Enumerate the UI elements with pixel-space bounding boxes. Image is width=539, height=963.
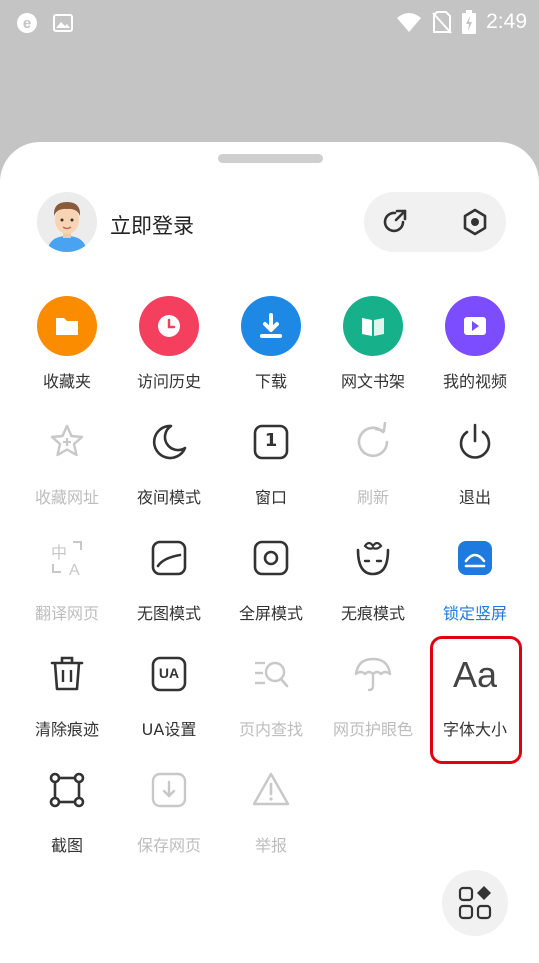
header-actions	[364, 192, 506, 252]
menu-lock-portrait[interactable]: 锁定竖屏	[424, 528, 526, 628]
book-icon	[343, 296, 403, 356]
menu-label: 网文书架	[340, 372, 405, 391]
avatar[interactable]	[37, 192, 97, 252]
menu-my-videos[interactable]: 我的视频	[424, 296, 526, 396]
download-icon	[241, 296, 301, 356]
menu-download[interactable]: 下载	[220, 296, 322, 396]
menu-screenshot[interactable]: 截图	[16, 760, 118, 860]
apps-grid-icon	[458, 886, 492, 920]
menu-add-bookmark[interactable]: 收藏网址	[16, 412, 118, 512]
status-time: 2:49	[486, 10, 527, 33]
menu-refresh[interactable]: 刷新	[322, 412, 424, 512]
menu-label: 举报	[254, 836, 287, 855]
warning-icon	[241, 760, 301, 820]
umbrella-icon	[343, 644, 403, 704]
menu-label: 窗口	[254, 488, 287, 507]
menu-label: 全屏模式	[238, 604, 303, 623]
trash-icon	[37, 644, 97, 704]
apps-grid-button[interactable]	[442, 870, 508, 936]
menu-label: UA设置	[141, 720, 197, 739]
power-icon	[445, 412, 505, 472]
menu-favorites[interactable]: 收藏夹	[16, 296, 118, 396]
menu-clear-traces[interactable]: 清除痕迹	[16, 644, 118, 744]
no-image-icon	[139, 528, 199, 588]
menu-sheet: 立即登录 收藏夹 访问历史 下载 网文书架 我的视频 收藏网址 夜间模式 1 窗…	[0, 142, 539, 963]
svg-text:A: A	[69, 562, 80, 579]
window-count-icon: 1	[241, 412, 301, 472]
menu-incognito[interactable]: 无痕模式	[322, 528, 424, 628]
status-bar: e 2:49	[0, 0, 539, 48]
wifi-icon	[397, 13, 422, 32]
menu-label: 页内查找	[238, 720, 303, 739]
menu-label: 访问历史	[136, 372, 201, 391]
menu-eye-care[interactable]: 网页护眼色	[322, 644, 424, 744]
menu-label: 刷新	[356, 488, 389, 507]
ua-icon: UA	[139, 644, 199, 704]
folder-icon	[37, 296, 97, 356]
share-refresh-icon[interactable]	[380, 207, 410, 237]
window-count: 1	[264, 430, 278, 451]
menu-exit[interactable]: 退出	[424, 412, 526, 512]
save-page-icon	[139, 760, 199, 820]
menu-label: 收藏夹	[42, 372, 91, 391]
menu-translate[interactable]: 中 A 翻译网页	[16, 528, 118, 628]
menu-label: 锁定竖屏	[442, 604, 507, 623]
translate-icon: 中 A	[37, 528, 97, 588]
lock-portrait-icon	[445, 528, 505, 588]
no-sim-icon	[432, 11, 452, 34]
menu-no-image[interactable]: 无图模式	[118, 528, 220, 628]
menu-label: 收藏网址	[34, 488, 99, 507]
menu-night-mode[interactable]: 夜间模式	[118, 412, 220, 512]
clock-icon	[139, 296, 199, 356]
fullscreen-icon	[241, 528, 301, 588]
menu-ua-settings[interactable]: UA UA设置	[118, 644, 220, 744]
menu-label: 翻译网页	[34, 604, 99, 623]
menu-label: 下载	[254, 372, 287, 391]
video-icon	[445, 296, 505, 356]
login-link[interactable]: 立即登录	[110, 210, 194, 240]
svg-text:中: 中	[51, 543, 67, 562]
menu-label: 我的视频	[442, 372, 507, 391]
find-in-page-icon	[241, 644, 301, 704]
crop-icon	[37, 760, 97, 820]
menu-label: 保存网页	[136, 836, 201, 855]
menu-report[interactable]: 举报	[220, 760, 322, 860]
menu-fullscreen[interactable]: 全屏模式	[220, 528, 322, 628]
menu-windows[interactable]: 1 窗口	[220, 412, 322, 512]
menu-bookshelf[interactable]: 网文书架	[322, 296, 424, 396]
menu-label: 无图模式	[136, 604, 201, 623]
settings-hex-icon[interactable]	[460, 207, 490, 237]
menu-label: 无痕模式	[340, 604, 405, 623]
star-plus-icon	[37, 412, 97, 472]
refresh-icon	[343, 412, 403, 472]
menu-label: 网页护眼色	[332, 720, 413, 739]
browser-e-icon: e	[17, 13, 37, 33]
incognito-icon	[343, 528, 403, 588]
menu-label: 截图	[50, 836, 83, 855]
menu-label: 夜间模式	[136, 488, 201, 507]
menu-label: 退出	[458, 488, 491, 507]
menu-label: 清除痕迹	[34, 720, 99, 739]
svg-text:e: e	[23, 15, 31, 32]
moon-icon	[139, 412, 199, 472]
battery-charging-icon	[462, 10, 477, 34]
image-icon	[53, 14, 73, 32]
highlight-box	[430, 636, 522, 764]
menu-save-page[interactable]: 保存网页	[118, 760, 220, 860]
menu-history[interactable]: 访问历史	[118, 296, 220, 396]
ua-badge: UA	[158, 665, 180, 681]
menu-find-in-page[interactable]: 页内查找	[220, 644, 322, 744]
drag-handle[interactable]	[218, 154, 323, 163]
